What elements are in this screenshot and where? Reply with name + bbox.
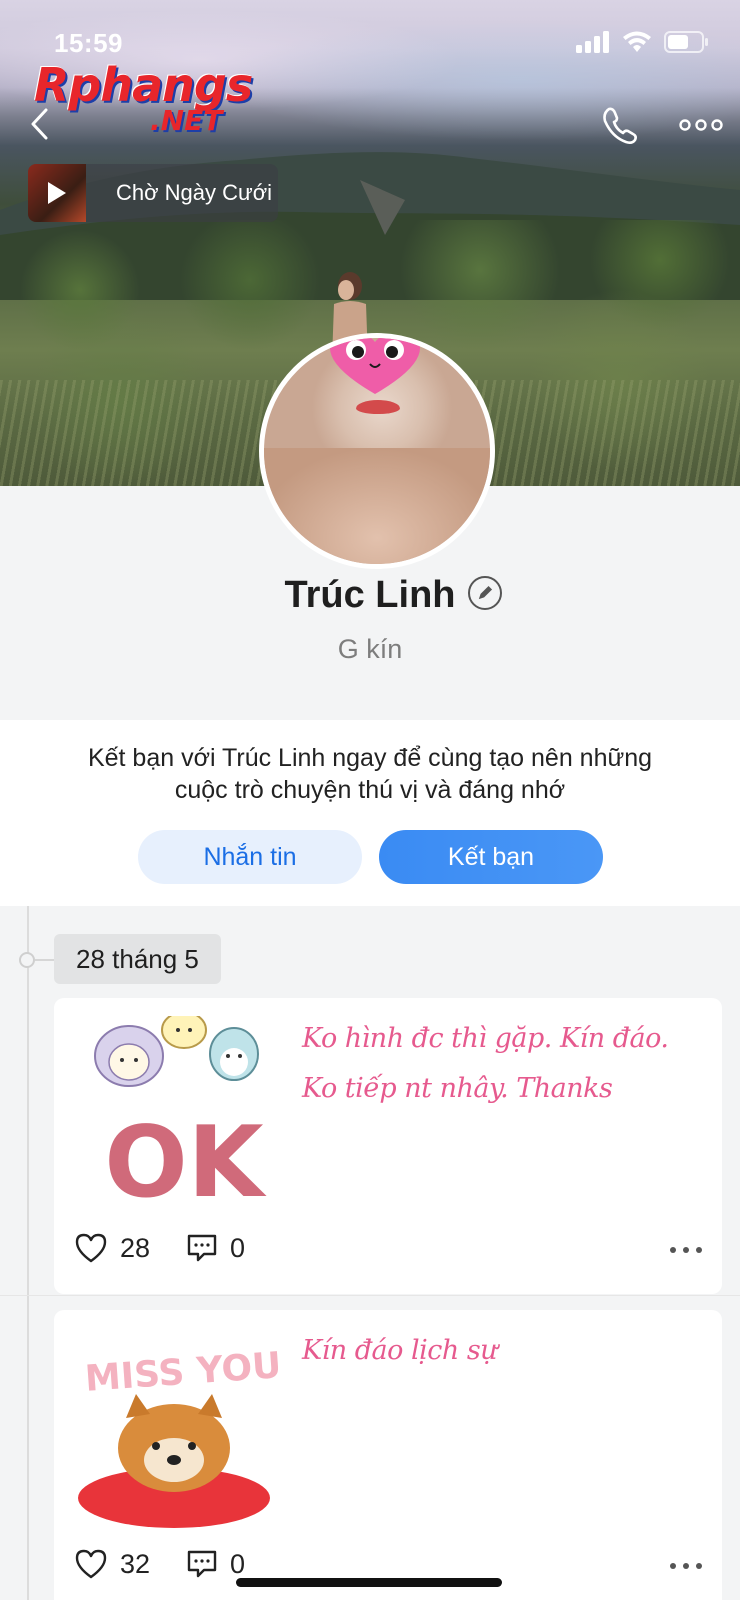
battery-icon [664,31,708,53]
profile-music[interactable]: Chờ Ngày Cưới [28,164,278,222]
friend-prompt-text: Kết bạn với Trúc Linh ngay để cùng tạo n… [40,742,700,806]
comment-button[interactable]: 0 [186,1548,245,1580]
post-more-icon[interactable] [668,1556,704,1576]
post-separator [0,1295,740,1296]
heart-face-sticker [330,338,420,394]
back-icon[interactable] [26,104,56,144]
add-friend-button[interactable]: Kết bạn [379,830,603,884]
status-time: 15:59 [54,28,123,58]
signal-icon [576,31,609,53]
profile-subtitle: G kín [337,634,403,664]
like-button[interactable]: 32 [74,1548,150,1580]
post-card[interactable]: OK Ko hình đc thì gặp. Kín đáo. Ko tiếp … [54,998,722,1294]
watermark-logo: Rphangs .NET [34,58,264,138]
timeline-line [27,906,29,1600]
friend-prompt: Kết bạn với Trúc Linh ngay để cùng tạo n… [0,720,740,906]
wifi-icon [623,31,651,52]
comment-icon [187,1550,217,1578]
comment-button[interactable]: 0 [186,1232,245,1264]
timeline-dot [19,952,35,968]
like-count: 32 [120,1548,151,1579]
avatar[interactable] [259,333,495,569]
timeline-date: 28 tháng 5 [54,934,221,984]
post-text: Ko hình đc thì gặp. Kín đáo. Ko tiếp nt … [302,1023,669,1104]
friend-prompt-line1: Kết bạn với Trúc Linh ngay để cùng tạo n… [87,744,653,772]
home-indicator[interactable] [236,1578,502,1587]
music-title: Chờ Ngày Cưới [116,180,273,205]
like-button[interactable]: 28 [74,1232,150,1264]
miss-you-sticker: MISS YOU [78,1345,283,1528]
more-icon[interactable] [678,110,724,140]
watermark-text: Rphangs [34,58,253,112]
like-count: 28 [120,1232,151,1263]
watermark-suffix: .NET [150,104,223,137]
post-card[interactable]: MISS YOU Kín đáo lịch sự 32 0 [54,1310,722,1600]
edit-icon[interactable] [467,576,502,610]
timeline-connector [35,959,55,961]
svg-text:MISS YOU: MISS YOU [84,1345,283,1400]
avatar-lips [356,400,400,414]
profile-name-row: Trúc Linh [0,574,740,617]
comment-icon [187,1234,217,1262]
play-icon [48,182,66,204]
profile-name: Trúc Linh [284,574,456,616]
comment-count: 0 [230,1548,246,1579]
heart-icon [75,1549,107,1579]
ok-sticker: OK [94,1016,267,1216]
post-actions: 28 0 [74,1232,704,1272]
avatar-body [264,448,490,564]
status-icons [576,30,710,54]
music-thumbnail [28,164,86,222]
post-text: Kín đáo lịch sự [302,1335,498,1366]
phone-icon[interactable] [600,104,642,146]
friend-prompt-line2: cuộc trò chuyện thú vị và đáng nhớ [174,776,566,804]
heart-icon [75,1233,107,1263]
svg-text:OK: OK [104,1106,266,1216]
message-button[interactable]: Nhắn tin [138,830,362,884]
comment-count: 0 [230,1232,246,1263]
post-more-icon[interactable] [668,1240,704,1260]
